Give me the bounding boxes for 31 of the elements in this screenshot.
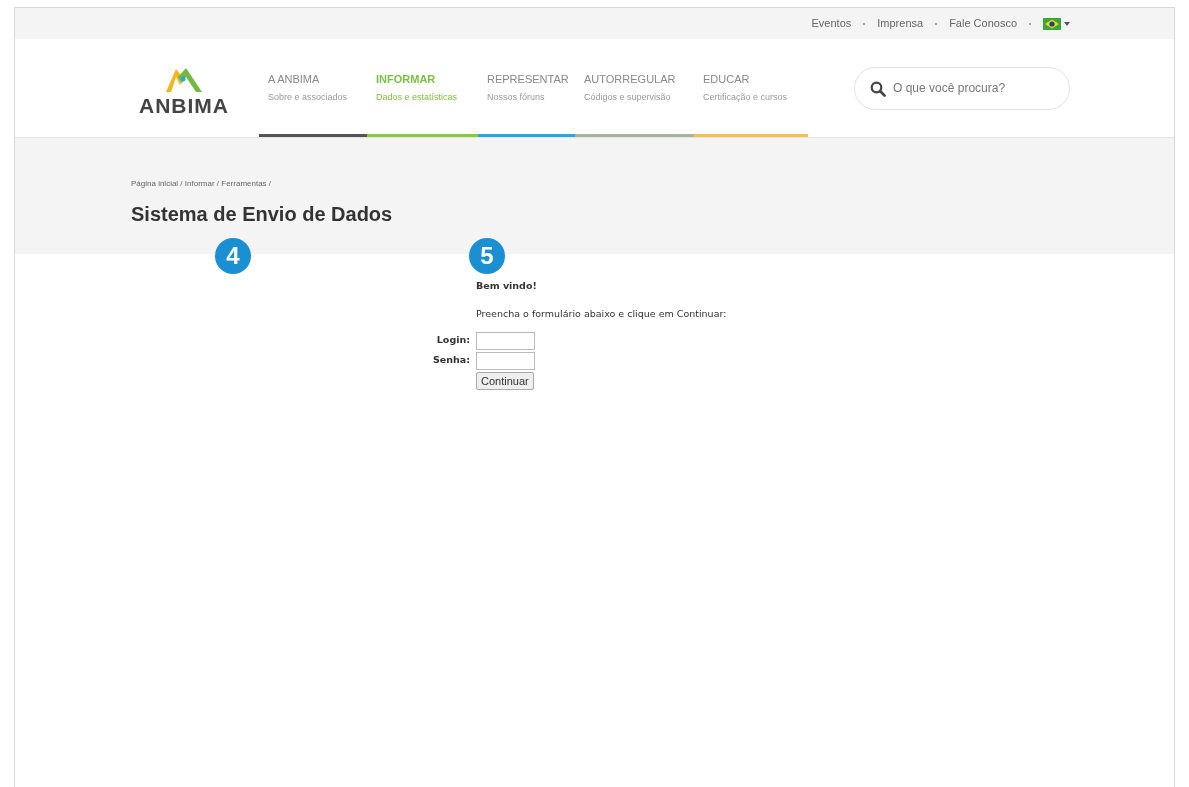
search-icon: [870, 80, 886, 97]
top-link[interactable]: Eventos: [811, 15, 852, 32]
field-label: Senha:: [431, 353, 470, 368]
nav-title: AUTORREGULAR: [584, 71, 677, 87]
breadcrumb: Página inicial / Informar / Ferramentas /: [131, 178, 273, 190]
language-selector[interactable]: [1043, 17, 1070, 30]
nav-subtitle: Nossos fóruns: [487, 91, 546, 104]
nav-subtitle: Sobre e associados: [268, 91, 349, 104]
flag-icon: [1043, 17, 1061, 30]
logo-text: ANBIMA: [139, 94, 229, 116]
top-link[interactable]: Imprensa: [877, 15, 924, 32]
logo-icon: [164, 66, 204, 93]
nav-subtitle: Códigos e supervisão: [584, 91, 672, 104]
page-title: Sistema de Envio de Dados: [131, 202, 394, 227]
instructions-text: Preencha o formulário abaixo e clique em Continuar:: [476, 307, 728, 322]
input-field[interactable]: [476, 331, 535, 350]
nav-title: A ANBIMA: [268, 71, 321, 87]
search-field[interactable]: O que você procura?: [854, 66, 1070, 110]
field-label: Login:: [435, 333, 470, 348]
step-badge: 5: [469, 238, 505, 274]
continue-button[interactable]: Continuar: [476, 371, 534, 390]
nav-title: EDUCAR: [703, 71, 751, 87]
nav-subtitle: Certificação e cursos: [703, 91, 789, 104]
step-badge: 4: [215, 238, 251, 274]
top-link[interactable]: Fale Conosco: [949, 15, 1017, 32]
nav-title: REPRESENTAR: [487, 71, 570, 87]
input-field[interactable]: [476, 351, 535, 370]
nav-subtitle: Dados e estatísticas: [376, 91, 459, 104]
caret-icon: [1064, 21, 1070, 26]
nav-title: INFORMAR: [376, 71, 437, 87]
welcome-heading: Bem vindo!: [476, 279, 538, 293]
